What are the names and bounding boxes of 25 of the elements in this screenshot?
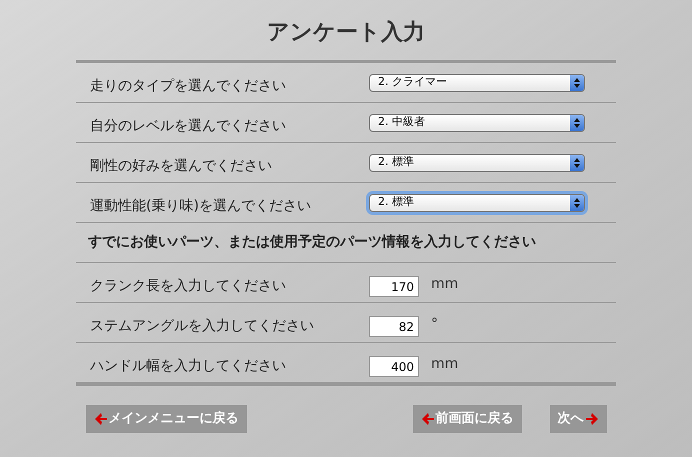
unit-label: mm — [431, 275, 458, 294]
input-field[interactable]: 82 — [369, 316, 419, 337]
left-arrow-icon — [94, 412, 108, 426]
stepper-icon — [570, 194, 584, 210]
input-field[interactable]: 170 — [369, 276, 419, 297]
question-label: 運動性能(乗り味)を選んでください — [90, 197, 312, 216]
select-field[interactable]: 2. クライマー — [369, 74, 585, 92]
question-label: クランク長を入力してください — [90, 277, 287, 296]
select-field[interactable]: 2. 中級者 — [369, 114, 585, 132]
question-label: 剛性の好みを選んでください — [90, 157, 273, 176]
input-field[interactable]: 400 — [369, 356, 419, 377]
stepper-icon — [570, 74, 584, 90]
stepper-icon — [570, 114, 584, 130]
unit-label: ° — [431, 315, 438, 334]
question-label: ステムアングルを入力してください — [90, 317, 315, 336]
question-label: 走りのタイプを選んでください — [90, 77, 287, 96]
left-arrow-icon — [420, 412, 434, 426]
question-label: 自分のレベルを選んでください — [90, 117, 287, 136]
section-heading: すでにお使いパーツ、または使用予定のパーツ情報を入力してください — [88, 232, 536, 252]
stepper-icon — [570, 154, 584, 170]
unit-label: mm — [431, 355, 458, 374]
select-field[interactable]: 2. 標準 — [369, 154, 585, 172]
right-arrow-icon — [584, 412, 598, 426]
page-title: アンケート入力 — [267, 19, 425, 47]
question-label: ハンドル幅を入力してください — [90, 357, 287, 376]
